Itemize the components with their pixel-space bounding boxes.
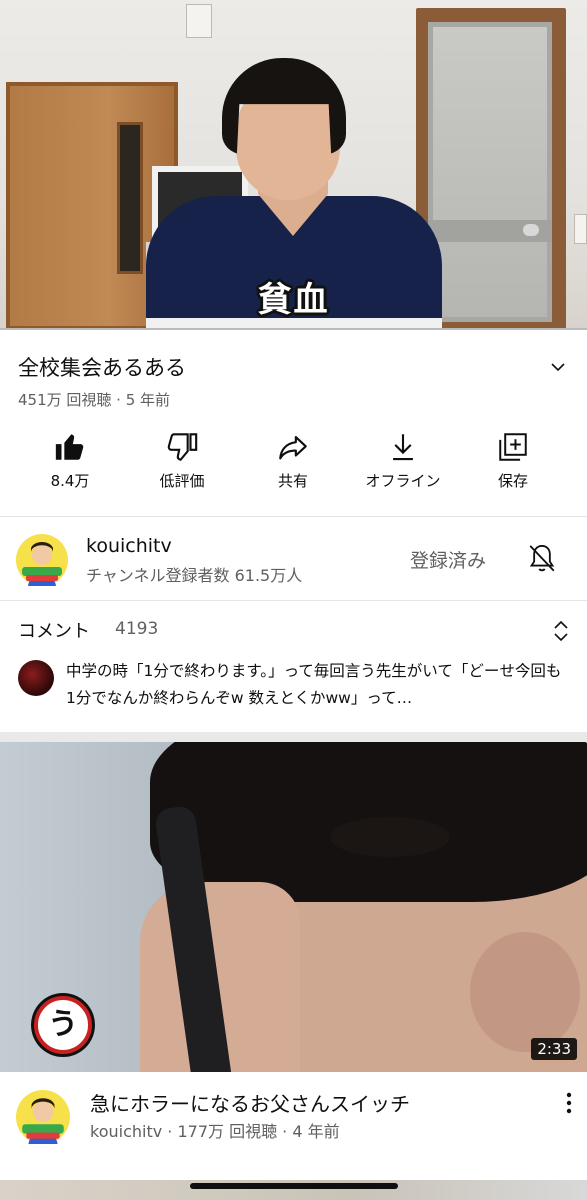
video-duration-badge: 2:33 <box>531 1038 577 1060</box>
save-button[interactable]: 保存 <box>458 430 568 491</box>
section-gap <box>0 732 587 742</box>
action-bar: 8.4万 低評価 共有 オフライン 保存 <box>0 430 587 500</box>
thumbnail-nose <box>470 932 580 1052</box>
dislike-button[interactable]: 低評価 <box>127 430 237 491</box>
comments-count: 4193 <box>115 619 159 639</box>
thumbs-down-icon <box>167 433 198 462</box>
chevron-down-icon[interactable] <box>549 358 567 376</box>
download-label: オフライン <box>365 472 441 490</box>
divider <box>0 516 587 517</box>
divider <box>0 600 587 601</box>
add-to-playlist-icon <box>499 433 527 461</box>
video-caption: 貧血 <box>257 280 330 320</box>
top-comment[interactable]: 中学の時「1分で終わります。」って毎回言う先生がいて「どーせ今回も1分でなんか終… <box>66 658 566 712</box>
next-video-channel-avatar[interactable] <box>16 1090 70 1144</box>
more-options-icon[interactable] <box>566 1092 572 1114</box>
next-video-title[interactable]: 急にホラーになるお父さんスイッチ <box>90 1088 410 1117</box>
share-icon <box>279 436 307 460</box>
share-button[interactable]: 共有 <box>238 430 348 491</box>
download-icon <box>393 434 413 461</box>
scene-door-knob <box>523 224 539 236</box>
share-label: 共有 <box>277 472 308 490</box>
expand-collapse-icon[interactable] <box>552 618 570 644</box>
thumbnail-logo-badge: う <box>34 996 92 1054</box>
home-indicator[interactable] <box>190 1183 398 1189</box>
comments-header[interactable]: コメント <box>18 617 90 643</box>
channel-name[interactable]: kouichitv <box>86 535 172 557</box>
light-switch <box>186 4 212 38</box>
video-meta: 451万 回視聴 · 5 年前 <box>18 391 171 409</box>
video-title: 全校集会あるある <box>18 356 186 380</box>
scene-outlet <box>574 214 587 244</box>
notifications-off-bell-icon[interactable] <box>526 542 558 576</box>
like-button[interactable]: 8.4万 <box>15 430 125 491</box>
like-count: 8.4万 <box>50 472 90 490</box>
channel-avatar[interactable] <box>16 534 68 586</box>
thumbs-up-icon <box>55 434 84 460</box>
download-button[interactable]: オフライン <box>348 430 458 491</box>
save-label: 保存 <box>497 472 528 490</box>
video-title-row[interactable]: 全校集会あるある <box>18 352 573 382</box>
subscribed-button[interactable]: 登録済み <box>410 546 486 573</box>
next-video-thumbnail[interactable]: う 2:33 <box>0 742 587 1072</box>
next-video-meta: kouichitv · 177万 回視聴 · 4 年前 <box>90 1122 340 1141</box>
dislike-label: 低評価 <box>159 472 205 490</box>
channel-subscriber-count: チャンネル登録者数 61.5万人 <box>86 566 303 585</box>
player-progress-bar[interactable] <box>0 328 587 330</box>
commenter-avatar <box>18 660 54 696</box>
scene-door-window <box>117 122 143 274</box>
video-player[interactable]: 貧血 <box>0 0 587 330</box>
